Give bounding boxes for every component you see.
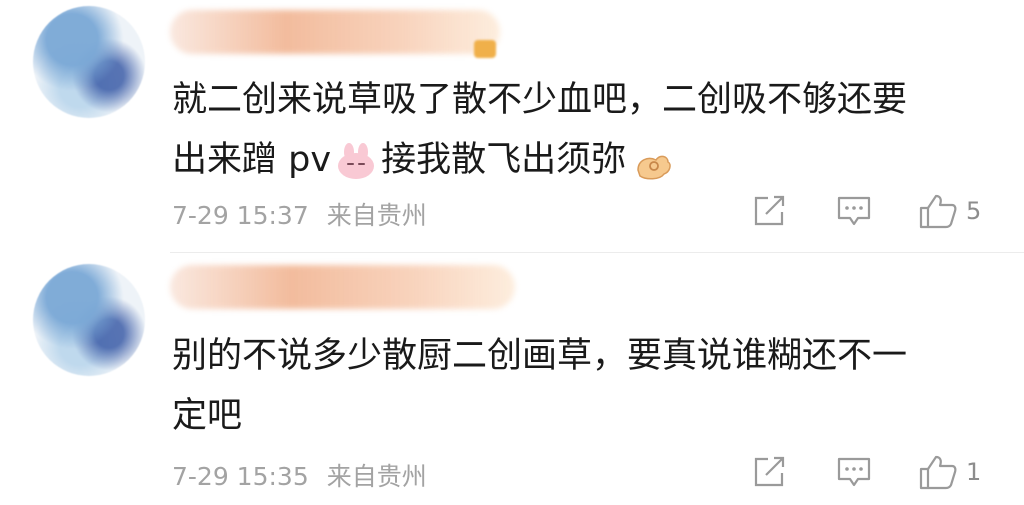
thumbs-up-icon [919,194,957,229]
comment-line-1: 就二创来说草吸了散不少血吧，二创吸不够还要 [172,80,908,120]
share-icon [754,456,785,487]
like-button[interactable]: 5 [918,191,981,231]
comment-line-2-b: 接我散飞出须弥 [381,140,627,180]
comment-text: 就二创来说草吸了散不少血吧，二创吸不够还要 出来蹭 pv 接我散飞出须弥 [172,70,972,190]
comment-line-2: 定吧 [172,396,243,436]
pink-bunny-emoji-icon [335,143,377,179]
ok-hand-emoji-icon [630,143,674,180]
share-icon [754,195,785,226]
avatar[interactable] [33,6,145,118]
username-blurred[interactable] [170,10,500,54]
comment-item: 就二创来说草吸了散不少血吧，二创吸不够还要 出来蹭 pv 接我散飞出须弥 7-2… [0,0,1024,252]
like-count: 1 [966,458,982,486]
thumbs-up-icon [919,455,957,490]
comment-icon [837,457,871,487]
comment-line-2-a: 出来蹭 pv [172,140,332,180]
share-button[interactable] [752,191,788,231]
share-button[interactable] [752,452,788,492]
reply-button[interactable] [836,452,872,492]
user-badge-icon [474,40,496,58]
reply-button[interactable] [836,191,872,231]
avatar[interactable] [33,264,145,376]
like-count: 5 [966,197,982,225]
like-button[interactable]: 1 [918,452,981,492]
comment-actions: 5 [0,191,1024,231]
comment-text: 别的不说多少散厨二创画草，要真说谁糊还不一 定吧 [172,326,972,446]
comment-icon [837,196,871,226]
username-blurred[interactable] [170,265,515,309]
comment-item: 别的不说多少散厨二创画草，要真说谁糊还不一 定吧 7-29 15:35 来自贵州 [0,253,1024,505]
comment-actions: 1 [0,452,1024,492]
comment-line-2: 出来蹭 pv 接我散飞出须弥 [172,130,972,190]
comment-line-1: 别的不说多少散厨二创画草，要真说谁糊还不一 [172,336,908,376]
